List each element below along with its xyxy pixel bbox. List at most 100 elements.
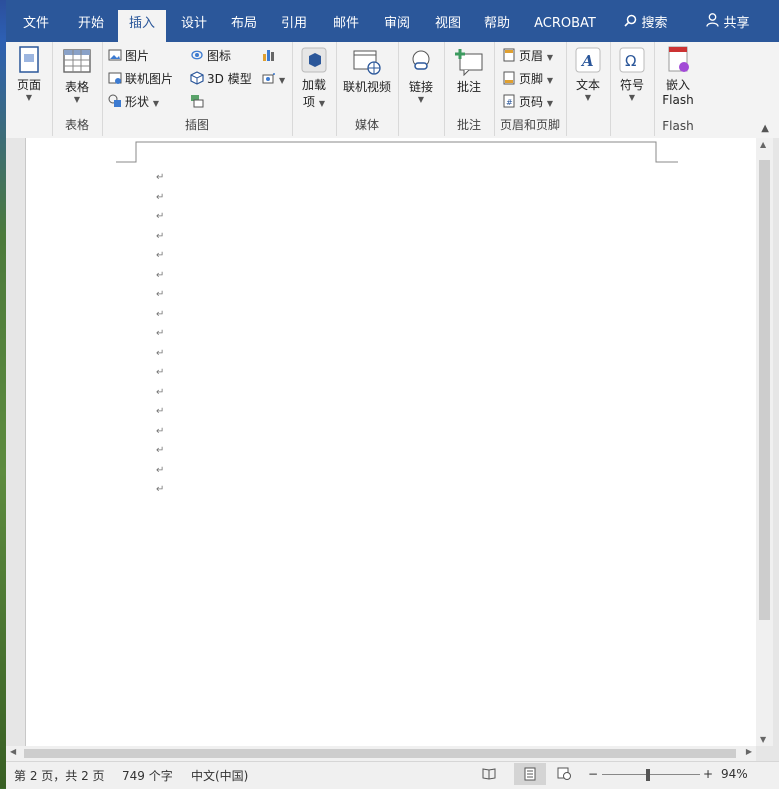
- collapse-ribbon-icon[interactable]: ▲: [761, 123, 769, 134]
- addins-icon: [299, 46, 329, 74]
- horizontal-scrollbar[interactable]: ◀ ▶: [6, 746, 756, 761]
- chevron-down-icon: ▼: [25, 93, 33, 102]
- shapes-label: 形状: [125, 95, 150, 109]
- chevron-down-icon: ▼: [546, 53, 553, 62]
- paragraph-mark: ↵: [156, 191, 165, 203]
- pages-label: 页面: [16, 78, 41, 92]
- tab-view[interactable]: 视图: [428, 10, 468, 38]
- horizontal-scroll-thumb[interactable]: [24, 749, 736, 758]
- symbols-button[interactable]: Ω 符号 ▼: [614, 46, 650, 102]
- search-label: 搜索: [641, 16, 668, 31]
- header-button[interactable]: 页眉 ▼: [502, 46, 553, 66]
- zoom-in-button[interactable]: +: [703, 767, 713, 781]
- group-label-flash: Flash: [662, 119, 694, 133]
- tab-help[interactable]: 帮助: [477, 10, 517, 38]
- online-picture-icon: [108, 71, 122, 85]
- addins-label-line2: 项: [303, 95, 316, 109]
- footer-button[interactable]: 页脚 ▼: [502, 69, 553, 89]
- cube-icon: [190, 71, 204, 85]
- tab-mailings[interactable]: 邮件: [326, 10, 366, 38]
- screenshot-button[interactable]: ▼: [262, 69, 285, 89]
- text-button[interactable]: A 文本 ▼: [570, 46, 606, 102]
- document-page[interactable]: ↵ ↵ ↵ ↵ ↵ ↵ ↵ ↵ ↵ ↵ ↵ ↵ ↵ ↵ ↵ ↵ ↵: [25, 138, 757, 746]
- share-button[interactable]: 共享: [703, 10, 753, 38]
- zoom-level[interactable]: 94%: [721, 767, 748, 781]
- link-icon: [406, 48, 436, 76]
- tab-design[interactable]: 设计: [174, 10, 214, 38]
- table-button[interactable]: 表格 ▼: [58, 48, 96, 104]
- addins-button[interactable]: 加载 项 ▼: [296, 46, 332, 110]
- print-layout-icon[interactable]: [514, 763, 546, 785]
- group-illustrations: 图片 联机图片 形状 ▼ 图标 3D 模型 ▼ 插图: [102, 42, 293, 136]
- chart-button[interactable]: [262, 46, 279, 66]
- vertical-scrollbar[interactable]: ▲ ▼: [756, 138, 773, 746]
- new-comment-icon: [454, 48, 484, 77]
- language-status[interactable]: 中文(中国): [191, 767, 248, 784]
- search-button[interactable]: 搜索: [618, 10, 674, 38]
- online-video-button[interactable]: 联机视频: [339, 48, 395, 95]
- paragraph-mark: ↵: [156, 445, 165, 456]
- paragraph-mark: ↵: [156, 406, 165, 417]
- read-mode-icon[interactable]: [482, 766, 496, 783]
- icons-button[interactable]: 图标: [190, 46, 231, 66]
- shapes-button[interactable]: 形状 ▼: [108, 92, 159, 112]
- svg-text:Ω: Ω: [625, 52, 636, 70]
- pages-button[interactable]: 页面 ▼: [10, 46, 48, 102]
- flash-icon: [663, 46, 693, 74]
- page-number-button[interactable]: # 页码 ▼: [502, 92, 553, 112]
- zoom-slider-thumb[interactable]: [646, 769, 650, 781]
- paragraph-mark: ↵: [156, 328, 165, 339]
- icons-icon: [190, 48, 204, 62]
- embed-flash-button[interactable]: 嵌入 Flash: [658, 46, 698, 107]
- tab-home[interactable]: 开始: [70, 10, 112, 38]
- paragraph-mark: ↵: [156, 250, 165, 261]
- paragraph-mark: ↵: [156, 386, 165, 398]
- scroll-up-arrow-icon[interactable]: ▲: [760, 140, 766, 149]
- table-icon: [62, 48, 92, 76]
- 3d-models-label: 3D 模型: [207, 72, 252, 86]
- tab-acrobat[interactable]: ACROBAT: [530, 10, 600, 38]
- online-pictures-button[interactable]: 联机图片: [108, 69, 173, 89]
- web-layout-icon[interactable]: [557, 766, 571, 783]
- chevron-down-icon: ▼: [628, 93, 636, 102]
- search-icon: [624, 10, 637, 38]
- paragraph-mark: ↵: [156, 425, 165, 437]
- group-addins: 加载 项 ▼: [292, 42, 337, 136]
- group-tables: 表格 ▼ 表格: [52, 42, 103, 136]
- table-button-label: 表格: [64, 80, 89, 94]
- icons-label: 图标: [207, 49, 232, 63]
- group-label-comments: 批注: [456, 118, 481, 132]
- scroll-left-arrow-icon[interactable]: ◀: [10, 747, 16, 756]
- group-links: 链接 ▼: [398, 42, 445, 136]
- page-number-icon: #: [502, 94, 516, 108]
- online-video-label: 联机视频: [342, 80, 391, 94]
- text-box-icon: A: [573, 46, 603, 74]
- share-label: 共享: [723, 16, 750, 31]
- paragraph-mark: ↵: [156, 308, 165, 320]
- zoom-out-button[interactable]: −: [588, 767, 598, 781]
- tab-references[interactable]: 引用: [274, 10, 314, 38]
- tab-review[interactable]: 审阅: [377, 10, 417, 38]
- zoom-slider[interactable]: [602, 774, 700, 775]
- vertical-scroll-thumb[interactable]: [759, 160, 770, 620]
- scroll-down-arrow-icon[interactable]: ▼: [760, 735, 766, 744]
- smartart-button[interactable]: [190, 92, 207, 112]
- tab-file[interactable]: 文件: [16, 10, 56, 38]
- pictures-button[interactable]: 图片: [108, 46, 149, 66]
- group-flash: 嵌入 Flash Flash: [654, 42, 702, 136]
- page-count-status[interactable]: 第 2 页，共 2 页: [14, 767, 105, 784]
- chevron-down-icon: ▼: [73, 95, 81, 104]
- tab-layout[interactable]: 布局: [224, 10, 264, 38]
- online-pictures-label: 联机图片: [125, 72, 174, 86]
- page-margin-marks: [116, 141, 678, 163]
- embed-flash-label-line1: 嵌入: [665, 78, 690, 92]
- tab-insert[interactable]: 插入: [118, 10, 166, 42]
- omega-icon: Ω: [617, 46, 647, 74]
- group-pages: 页面 ▼: [6, 42, 53, 136]
- links-button[interactable]: 链接 ▼: [402, 48, 440, 104]
- camera-icon: [262, 71, 276, 85]
- 3d-models-button[interactable]: 3D 模型: [190, 69, 252, 89]
- comment-button[interactable]: 批注: [450, 48, 488, 95]
- scroll-right-arrow-icon[interactable]: ▶: [746, 747, 752, 756]
- word-count-status[interactable]: 749 个字: [122, 767, 173, 784]
